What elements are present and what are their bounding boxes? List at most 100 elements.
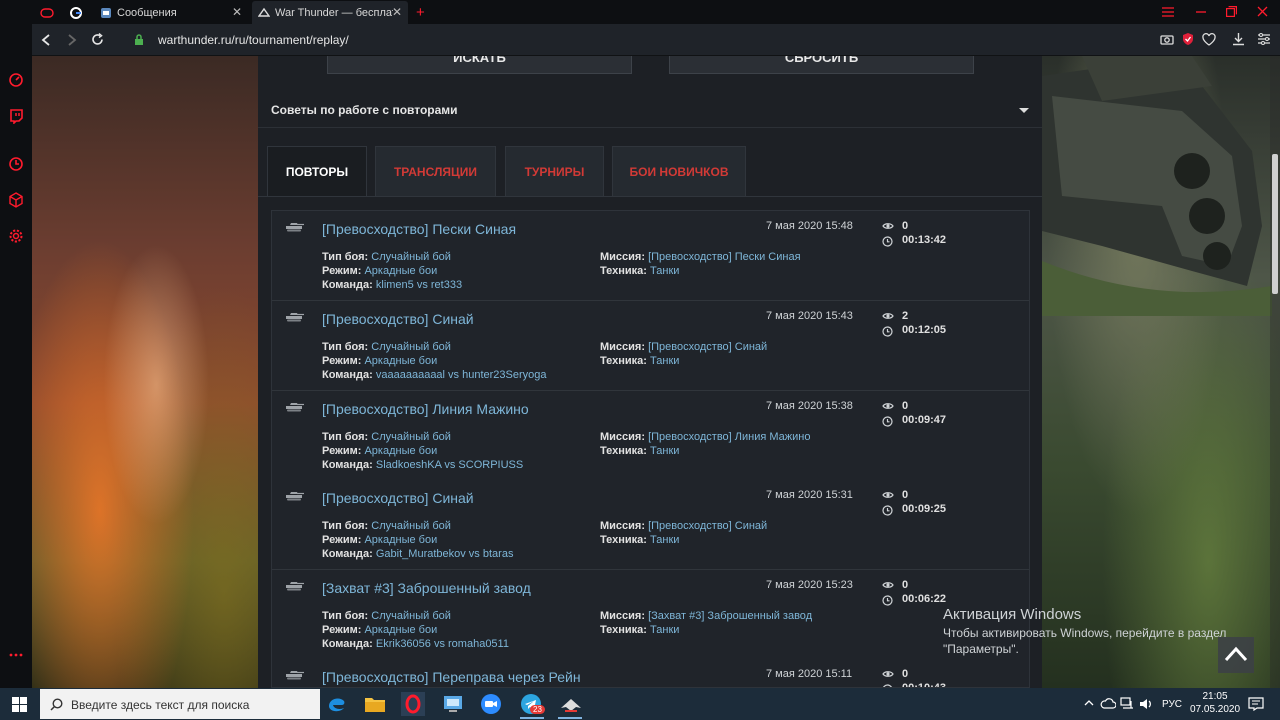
mission-label: Миссия:: [600, 610, 646, 622]
tab-messages[interactable]: Сообщения ✕: [94, 1, 248, 24]
search-button[interactable]: ИСКАТЬ: [327, 56, 632, 74]
game-mode-value[interactable]: Аркадные бои: [364, 355, 437, 367]
edge-browser-icon[interactable]: [324, 691, 350, 717]
battle-type-value[interactable]: Случайный бой: [371, 610, 451, 622]
downloads-icon[interactable]: [1232, 32, 1245, 46]
vehicle-class-value[interactable]: Танки: [650, 355, 679, 367]
snapshot-camera-icon[interactable]: [1160, 33, 1174, 45]
replay-title[interactable]: [Превосходство] Синай: [322, 311, 474, 327]
start-button[interactable]: [0, 688, 40, 720]
replay-card[interactable]: [Захват #3] Заброшенный завод 7 мая 2020 …: [272, 570, 1029, 660]
reset-button[interactable]: СБРОСИТЬ: [669, 56, 974, 74]
teams-value[interactable]: Gabit_Muratbekov vs btaras: [376, 548, 514, 560]
vehicle-class-value[interactable]: Танки: [650, 534, 679, 546]
mission-value[interactable]: [Превосходство] Синай: [648, 341, 767, 353]
tab-menu-icon[interactable]: [1162, 7, 1174, 17]
vehicle-class-value[interactable]: Танки: [650, 445, 679, 457]
tab-close-icon[interactable]: ✕: [232, 5, 242, 19]
replay-title[interactable]: [Превосходство] Пески Синая: [322, 221, 516, 237]
settings-gear-icon[interactable]: [8, 228, 24, 244]
tab-newbie-battles[interactable]: БОИ НОВИЧКОВ: [612, 146, 746, 196]
game-mode-value[interactable]: Аркадные бои: [364, 534, 437, 546]
tab-gamepad[interactable]: [34, 1, 60, 24]
battle-type-label: Тип боя:: [322, 251, 369, 263]
replay-card[interactable]: [Превосходство] Переправа через Рейн 7 ма…: [272, 659, 1029, 687]
minimize-icon[interactable]: [1196, 11, 1206, 13]
adblock-shield-icon[interactable]: [1181, 32, 1195, 46]
mission-value[interactable]: [Превосходство] Синай: [648, 520, 767, 532]
tab-warthunder[interactable]: War Thunder — бесплатна ✕: [252, 1, 408, 24]
vehicle-class-label: Техника:: [600, 445, 647, 457]
onedrive-cloud-icon[interactable]: [1100, 697, 1116, 709]
replay-title[interactable]: [Превосходство] Линия Мажино: [322, 401, 529, 417]
restore-icon[interactable]: [1226, 6, 1237, 17]
opera-browser-icon[interactable]: [400, 691, 426, 717]
battle-type-value[interactable]: Случайный бой: [371, 341, 451, 353]
scroll-to-top-button[interactable]: [1218, 637, 1254, 673]
teams-value[interactable]: Ekrik36056 vs romaha0511: [376, 638, 509, 650]
replay-title[interactable]: [Превосходство] Переправа через Рейн: [322, 669, 581, 685]
more-dots-icon[interactable]: [8, 652, 24, 658]
views-eye-icon: [882, 581, 894, 589]
tips-accordion[interactable]: Советы по работе с повторами: [258, 92, 1042, 128]
zoom-app-icon[interactable]: [478, 691, 504, 717]
vehicle-class-value[interactable]: Танки: [650, 624, 679, 636]
page-scrollbar-thumb[interactable]: [1272, 154, 1278, 294]
history-icon[interactable]: [8, 156, 24, 172]
replay-card[interactable]: [Превосходство] Синай 7 мая 2020 15:31 0 00…: [272, 480, 1029, 570]
network-icon[interactable]: [1120, 697, 1134, 711]
forward-arrow-icon[interactable]: [67, 34, 77, 46]
game-mode-value[interactable]: Аркадные бои: [364, 265, 437, 277]
replay-date: 7 мая 2020 15:31: [766, 489, 853, 501]
game-mode-value[interactable]: Аркадные бои: [364, 624, 437, 636]
mission-value[interactable]: [Превосходство] Пески Синая: [648, 251, 800, 263]
replay-views: 0: [902, 668, 909, 680]
url-text[interactable]: warthunder.ru/ru/tournament/replay/: [158, 33, 349, 47]
extensions-cube-icon[interactable]: [8, 192, 24, 208]
taskbar-clock[interactable]: 21:05 07.05.2020: [1190, 690, 1240, 716]
chevron-up-icon: [1224, 646, 1248, 662]
mission-value[interactable]: [Превосходство] Линия Мажино: [648, 431, 810, 443]
taskbar-search-input[interactable]: Введите здесь текст для поиска: [40, 689, 320, 719]
volume-icon[interactable]: [1139, 697, 1153, 711]
new-tab-plus-icon[interactable]: +: [416, 4, 425, 21]
replay-card[interactable]: [Превосходство] Пески Синая 7 мая 2020 15…: [272, 211, 1029, 301]
tab-streams[interactable]: ТРАНСЛЯЦИИ: [375, 146, 496, 196]
war-thunder-app-icon[interactable]: [558, 691, 584, 717]
teams-value[interactable]: klimen5 vs ret333: [376, 279, 462, 291]
tab-close-icon[interactable]: ✕: [392, 5, 402, 19]
tab-tournaments[interactable]: ТУРНИРЫ: [505, 146, 604, 196]
bookmark-heart-icon[interactable]: [1202, 33, 1216, 46]
battle-type-value[interactable]: Случайный бой: [371, 251, 451, 263]
reload-icon[interactable]: [91, 33, 104, 46]
game-mode: Режим: Аркадные бои: [322, 445, 437, 457]
vehicle-class-value[interactable]: Танки: [650, 265, 679, 277]
replay-title[interactable]: [Превосходство] Синай: [322, 490, 474, 506]
mission-value[interactable]: [Захват #3] Заброшенный завод: [648, 610, 812, 622]
secure-lock-icon[interactable]: [134, 34, 144, 46]
notifications-icon[interactable]: [1248, 697, 1264, 711]
speed-dial-icon[interactable]: [8, 72, 24, 88]
close-window-icon[interactable]: [1257, 6, 1268, 17]
replay-title[interactable]: [Захват #3] Заброшенный завод: [322, 580, 531, 596]
page-scrollbar[interactable]: [1270, 56, 1280, 688]
teams-value[interactable]: SladkoeshKA vs SCORPIUSS: [376, 459, 523, 471]
back-arrow-icon[interactable]: [41, 34, 51, 46]
tab-google[interactable]: [64, 1, 90, 24]
file-explorer-icon[interactable]: [362, 691, 388, 717]
easy-setup-icon[interactable]: [1257, 33, 1271, 45]
tank-icon: [285, 670, 305, 680]
battle-type: Тип боя: Случайный бой: [322, 251, 451, 263]
twitch-icon[interactable]: [8, 108, 24, 124]
battle-type-value[interactable]: Случайный бой: [371, 431, 451, 443]
replay-card[interactable]: [Превосходство] Синай 7 мая 2020 15:43 2 00…: [272, 301, 1029, 391]
replay-card[interactable]: [Превосходство] Линия Мажино 7 мая 2020 1…: [272, 391, 1029, 481]
tab-replays[interactable]: ПОВТОРЫ: [267, 146, 367, 196]
tray-expand-chevron-icon[interactable]: [1084, 699, 1094, 707]
control-panel-icon[interactable]: [440, 691, 466, 717]
replay-views: 2: [902, 310, 909, 322]
input-language-indicator[interactable]: РУС: [1162, 699, 1182, 710]
teams-value[interactable]: vaaaaaaaaaal vs hunter23Seryoga: [376, 369, 547, 381]
battle-type-value[interactable]: Случайный бой: [371, 520, 451, 532]
game-mode-value[interactable]: Аркадные бои: [364, 445, 437, 457]
